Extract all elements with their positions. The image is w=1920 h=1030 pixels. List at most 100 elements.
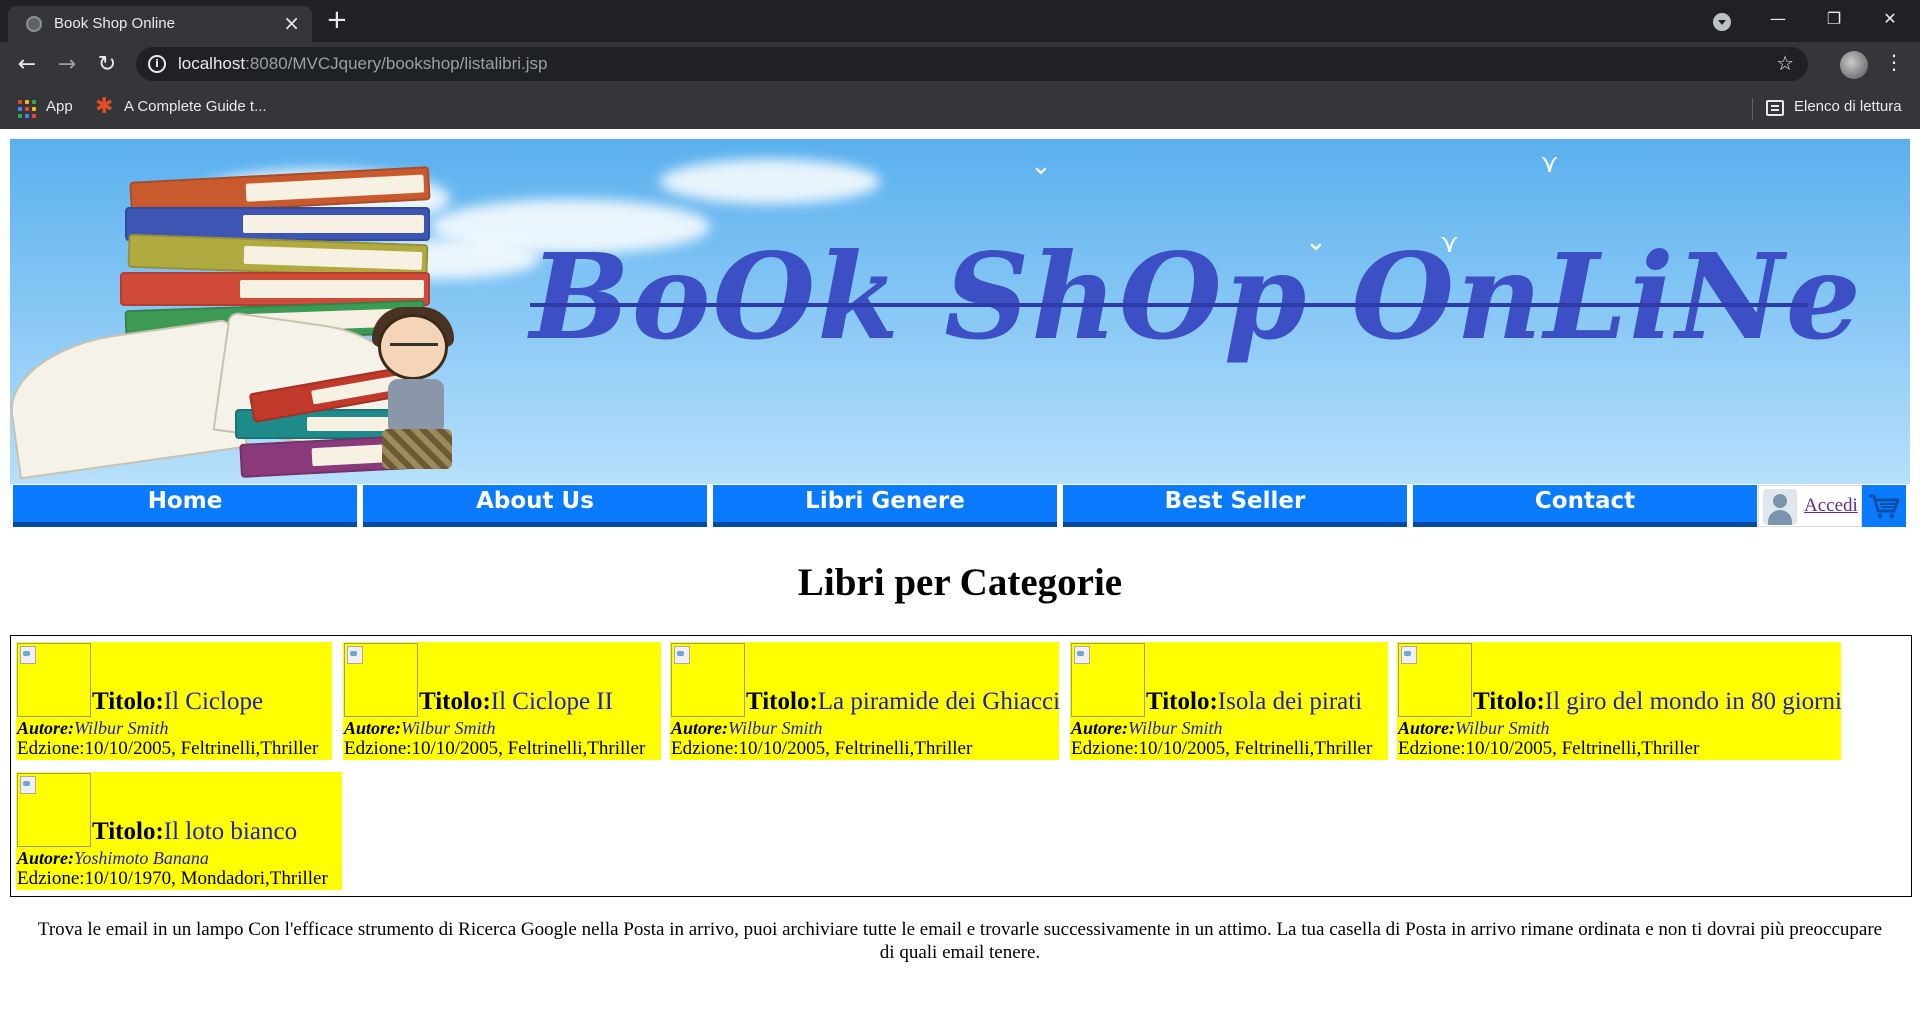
nav-contact[interactable]: Contact <box>1413 485 1757 527</box>
broken-image-icon <box>17 773 91 847</box>
edition-label: Edzione: <box>671 738 739 759</box>
kebab-menu-icon[interactable]: ⋮ <box>1884 50 1904 74</box>
back-arrow-icon[interactable]: ← <box>12 50 42 80</box>
book-author: Wilbur Smith <box>1455 718 1550 738</box>
address-bar[interactable]: i localhost:8080/MVCJquery/bookshop/list… <box>136 47 1808 81</box>
nav-about-us[interactable]: About Us <box>363 485 707 527</box>
broken-image-icon <box>17 643 91 717</box>
girl-illustration <box>388 379 444 435</box>
book-author: Yoshimoto Banana <box>74 848 209 868</box>
book-edition-line: Edzione:10/10/2005, Feltrinelli,Thriller <box>344 738 645 760</box>
book-card[interactable]: Titolo:Il Ciclope Autore:Wilbur Smith Ed… <box>16 642 332 760</box>
banner-title: BoOk ShOp OnLiNe <box>530 227 1863 366</box>
book-author-line: Autore:Wilbur Smith <box>1071 718 1223 739</box>
tab-strip: Book Shop Online × + — ❐ ✕ <box>0 0 1920 42</box>
book-author-line: Autore:Wilbur Smith <box>1398 718 1550 739</box>
book-author: Wilbur Smith <box>1128 718 1223 738</box>
close-tab-icon[interactable]: × <box>283 12 300 34</box>
book-author: Wilbur Smith <box>74 718 169 738</box>
book-author: Wilbur Smith <box>401 718 496 738</box>
browser-toolbar: ← → ↻ i localhost:8080/MVCJquery/booksho… <box>0 42 1920 88</box>
bookmarks-divider <box>1752 98 1753 120</box>
bird-icon: ⌄ <box>1030 151 1052 181</box>
edition-label: Edzione: <box>344 738 412 759</box>
book-card[interactable]: Titolo:Il loto bianco Autore:Yoshimoto B… <box>16 772 342 890</box>
girl-illustration <box>390 343 438 359</box>
book-title-line: Titolo:Il Ciclope <box>92 688 263 716</box>
globe-icon <box>26 16 42 32</box>
bookmark-apps[interactable]: App <box>46 98 73 115</box>
book-card[interactable]: Titolo:Il giro del mondo in 80 giorni Au… <box>1397 642 1842 760</box>
broken-image-icon <box>344 643 418 717</box>
book-title-line: Titolo:Il loto bianco <box>92 818 297 846</box>
book-author: Wilbur Smith <box>728 718 823 738</box>
open-book-left <box>10 318 248 480</box>
book-edition-line: Edzione:10/10/2005, Feltrinelli,Thriller <box>17 738 318 760</box>
edition-label: Edzione: <box>17 738 85 759</box>
cart-button[interactable] <box>1862 485 1906 527</box>
nav-libri-genere[interactable]: Libri Genere <box>713 485 1057 527</box>
book-card[interactable]: Titolo:La piramide dei Ghiacci Autore:Wi… <box>670 642 1060 760</box>
edition-label: Edzione: <box>17 868 85 889</box>
reading-list-icon[interactable] <box>1766 100 1784 116</box>
window-close-icon[interactable]: ✕ <box>1862 0 1918 42</box>
book-card[interactable]: Titolo:Isola dei pirati Autore:Wilbur Sm… <box>1070 642 1388 760</box>
book-title[interactable]: Il Ciclope II <box>491 688 613 715</box>
book-card[interactable]: Titolo:Il Ciclope II Autore:Wilbur Smith… <box>343 642 661 760</box>
asterisk-icon: ✱ <box>95 94 114 119</box>
author-label: Autore: <box>1071 718 1129 738</box>
book-author-line: Autore:Yoshimoto Banana <box>17 848 209 869</box>
page-content: ⌄ ⋎ ⌄ ⋎ BoOk ShOp OnLiNe Home About Us L… <box>0 129 1920 1030</box>
new-tab-icon[interactable]: + <box>326 6 348 34</box>
bookmark-star-icon[interactable]: ☆ <box>1776 51 1794 75</box>
book-edition-line: Edzione:10/10/2005, Feltrinelli,Thriller <box>1398 738 1699 760</box>
bookmark-complete-guide[interactable]: A Complete Guide t... <box>124 98 267 115</box>
url-host: localhost <box>178 54 246 73</box>
book-title[interactable]: Il loto bianco <box>164 818 297 845</box>
title-label: Titolo: <box>92 688 164 715</box>
bookmarks-bar: App ✱ A Complete Guide t... Elenco di le… <box>0 88 1920 129</box>
book-edition-line: Edzione:10/10/2005, Feltrinelli,Thriller <box>671 738 972 760</box>
forward-arrow-icon[interactable]: → <box>52 50 82 80</box>
edition-label: Edzione: <box>1071 738 1139 759</box>
book-author-line: Autore:Wilbur Smith <box>17 718 169 739</box>
book-title-line: Titolo:Isola dei pirati <box>1146 688 1362 716</box>
site-info-icon[interactable]: i <box>148 55 166 73</box>
login-area: Accedi <box>1758 485 1862 527</box>
browser-tab[interactable]: Book Shop Online × <box>8 6 312 42</box>
book-list: Titolo:Il Ciclope Autore:Wilbur Smith Ed… <box>10 635 1912 897</box>
nav-home[interactable]: Home <box>13 485 357 527</box>
minimize-icon[interactable]: — <box>1750 0 1806 42</box>
author-label: Autore: <box>17 718 75 738</box>
title-label: Titolo: <box>419 688 491 715</box>
reading-list-link[interactable]: Elenco di lettura <box>1794 98 1902 115</box>
book-title[interactable]: Il Ciclope <box>164 688 263 715</box>
browser-chrome: Book Shop Online × + — ❐ ✕ ← → ↻ i local… <box>0 0 1920 129</box>
book-author-line: Autore:Wilbur Smith <box>671 718 823 739</box>
page-title: Libri per Categorie <box>797 561 1123 604</box>
author-label: Autore: <box>1398 718 1456 738</box>
book-edition: 10/10/2005, Feltrinelli,Thriller <box>411 738 646 759</box>
apps-grid-icon[interactable] <box>18 100 36 118</box>
title-label: Titolo: <box>1146 688 1218 715</box>
tab-search-icon[interactable] <box>1713 13 1731 31</box>
book-title[interactable]: Isola dei pirati <box>1218 688 1362 715</box>
book-edition: 10/10/2005, Feltrinelli,Thriller <box>1138 738 1373 759</box>
book-title-line: Titolo:Il giro del mondo in 80 giorni <box>1473 688 1842 716</box>
book-title[interactable]: La piramide dei Ghiacci <box>818 688 1060 715</box>
login-link[interactable]: Accedi <box>1804 495 1858 517</box>
broken-image-icon <box>671 643 745 717</box>
book-author-line: Autore:Wilbur Smith <box>344 718 496 739</box>
profile-avatar[interactable] <box>1840 51 1868 79</box>
reload-icon[interactable]: ↻ <box>92 50 122 80</box>
book-title[interactable]: Il giro del mondo in 80 giorni <box>1545 688 1842 715</box>
title-label: Titolo: <box>746 688 818 715</box>
broken-image-icon <box>1398 643 1472 717</box>
tab-title: Book Shop Online <box>54 15 175 32</box>
cart-icon <box>1869 494 1900 519</box>
nav-best-seller[interactable]: Best Seller <box>1063 485 1407 527</box>
user-icon <box>1763 489 1797 525</box>
restore-icon[interactable]: ❐ <box>1806 0 1862 42</box>
author-label: Autore: <box>344 718 402 738</box>
footer-text: Trova le email in un lampo Con l'efficac… <box>37 919 1883 963</box>
